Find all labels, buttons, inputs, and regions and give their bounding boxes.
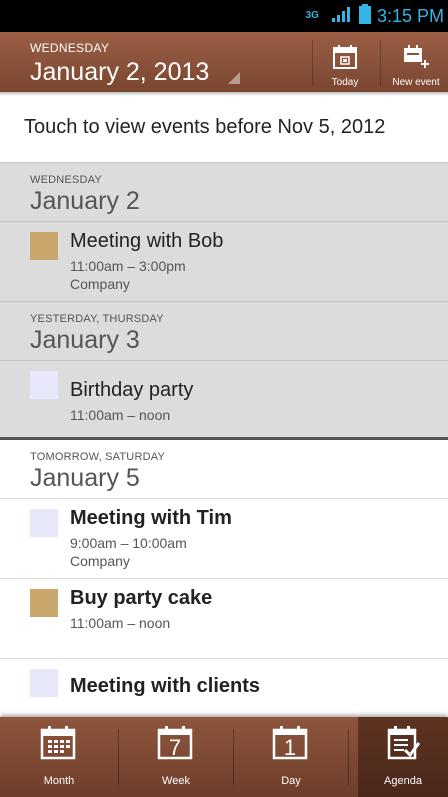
day-relative-label: YESTERDAY, THURSDAY — [30, 313, 164, 325]
tab-divider — [348, 729, 349, 785]
day-number: 1 — [283, 735, 297, 760]
month-grid-icon — [40, 726, 76, 760]
header-divider — [380, 40, 381, 86]
network-type-label: 3G — [305, 10, 319, 21]
tab-month[interactable]: Month — [0, 717, 118, 797]
day-header: TOMORROW, SATURDAY January 5 — [0, 440, 448, 499]
load-earlier-text: Touch to view events before Nov 5, 2012 — [24, 116, 386, 138]
event-title: Buy party cake — [70, 587, 213, 609]
event-calendar: Company — [70, 276, 130, 292]
event-time: 9:00am – 10:00am — [70, 535, 187, 551]
battery-icon — [358, 3, 371, 29]
new-event-icon — [402, 44, 430, 75]
agenda-list[interactable]: WEDNESDAY January 2 Meeting with Bob 11:… — [0, 163, 448, 717]
calendar-color-swatch — [30, 371, 58, 399]
tab-label: Month — [43, 775, 75, 787]
header-date: January 2, 2013 — [30, 58, 210, 86]
calendar-color-swatch — [30, 589, 58, 617]
day-date: January 3 — [30, 326, 140, 354]
load-earlier-banner[interactable]: Touch to view events before Nov 5, 2012 — [0, 96, 448, 162]
header-weekday: WEDNESDAY — [30, 41, 110, 55]
tab-label: Day — [281, 775, 301, 787]
event-time: 11:00am – 3:00pm — [70, 258, 186, 274]
header-divider — [312, 40, 313, 86]
calendar-color-swatch — [30, 232, 58, 260]
status-bar: 3G 3:15 PM — [0, 0, 448, 32]
week-calendar-icon: 7 — [157, 726, 193, 760]
event-title: Birthday party — [70, 379, 194, 401]
calendar-header: WEDNESDAY January 2, 2013 Today New even… — [0, 32, 448, 92]
week-number: 7 — [168, 735, 182, 760]
event-item[interactable]: Buy party cake 11:00am – noon — [0, 579, 448, 659]
event-item[interactable]: Meeting with clients — [0, 659, 448, 717]
event-time: 11:00am – noon — [70, 407, 171, 423]
tab-label: Agenda — [384, 775, 422, 787]
day-header: WEDNESDAY January 2 — [0, 163, 448, 222]
today-label: Today — [331, 77, 359, 88]
event-title: Meeting with clients — [70, 675, 261, 697]
calendar-color-swatch — [30, 669, 58, 697]
tab-label: Week — [162, 775, 190, 787]
event-calendar: Company — [70, 553, 130, 569]
view-switcher-bar: Month 7 Week 1 Day Agenda — [0, 717, 448, 797]
status-time: 3:15 PM — [376, 5, 444, 26]
signal-icon — [331, 5, 353, 28]
new-event-label: New event — [392, 77, 440, 88]
day-date: January 5 — [30, 464, 140, 492]
upcoming-events-block: TOMORROW, SATURDAY January 5 Meeting wit… — [0, 440, 448, 717]
event-title: Meeting with Tim — [70, 507, 232, 529]
calendar-color-swatch — [30, 509, 58, 537]
day-calendar-icon: 1 — [272, 726, 308, 760]
today-button[interactable]: Today — [316, 32, 374, 92]
today-calendar-icon — [332, 44, 358, 75]
day-header: YESTERDAY, THURSDAY January 3 — [0, 302, 448, 361]
tab-agenda[interactable]: Agenda — [358, 717, 448, 797]
new-event-button[interactable]: New event — [384, 32, 448, 92]
event-title: Meeting with Bob — [70, 230, 224, 252]
day-date: January 2 — [30, 187, 140, 215]
dropdown-corner-icon — [228, 72, 240, 84]
event-time: 11:00am – noon — [70, 615, 171, 631]
past-events-block: WEDNESDAY January 2 Meeting with Bob 11:… — [0, 163, 448, 437]
event-item[interactable]: Meeting with Bob 11:00am – 3:00pm Compan… — [0, 222, 448, 302]
agenda-checklist-icon — [385, 726, 421, 760]
day-relative-label: TOMORROW, SATURDAY — [30, 451, 165, 463]
tab-day[interactable]: 1 Day — [234, 717, 348, 797]
event-item[interactable]: Birthday party 11:00am – noon — [0, 361, 448, 437]
day-relative-label: WEDNESDAY — [30, 174, 102, 186]
event-item[interactable]: Meeting with Tim 9:00am – 10:00am Compan… — [0, 499, 448, 579]
tab-week[interactable]: 7 Week — [119, 717, 233, 797]
